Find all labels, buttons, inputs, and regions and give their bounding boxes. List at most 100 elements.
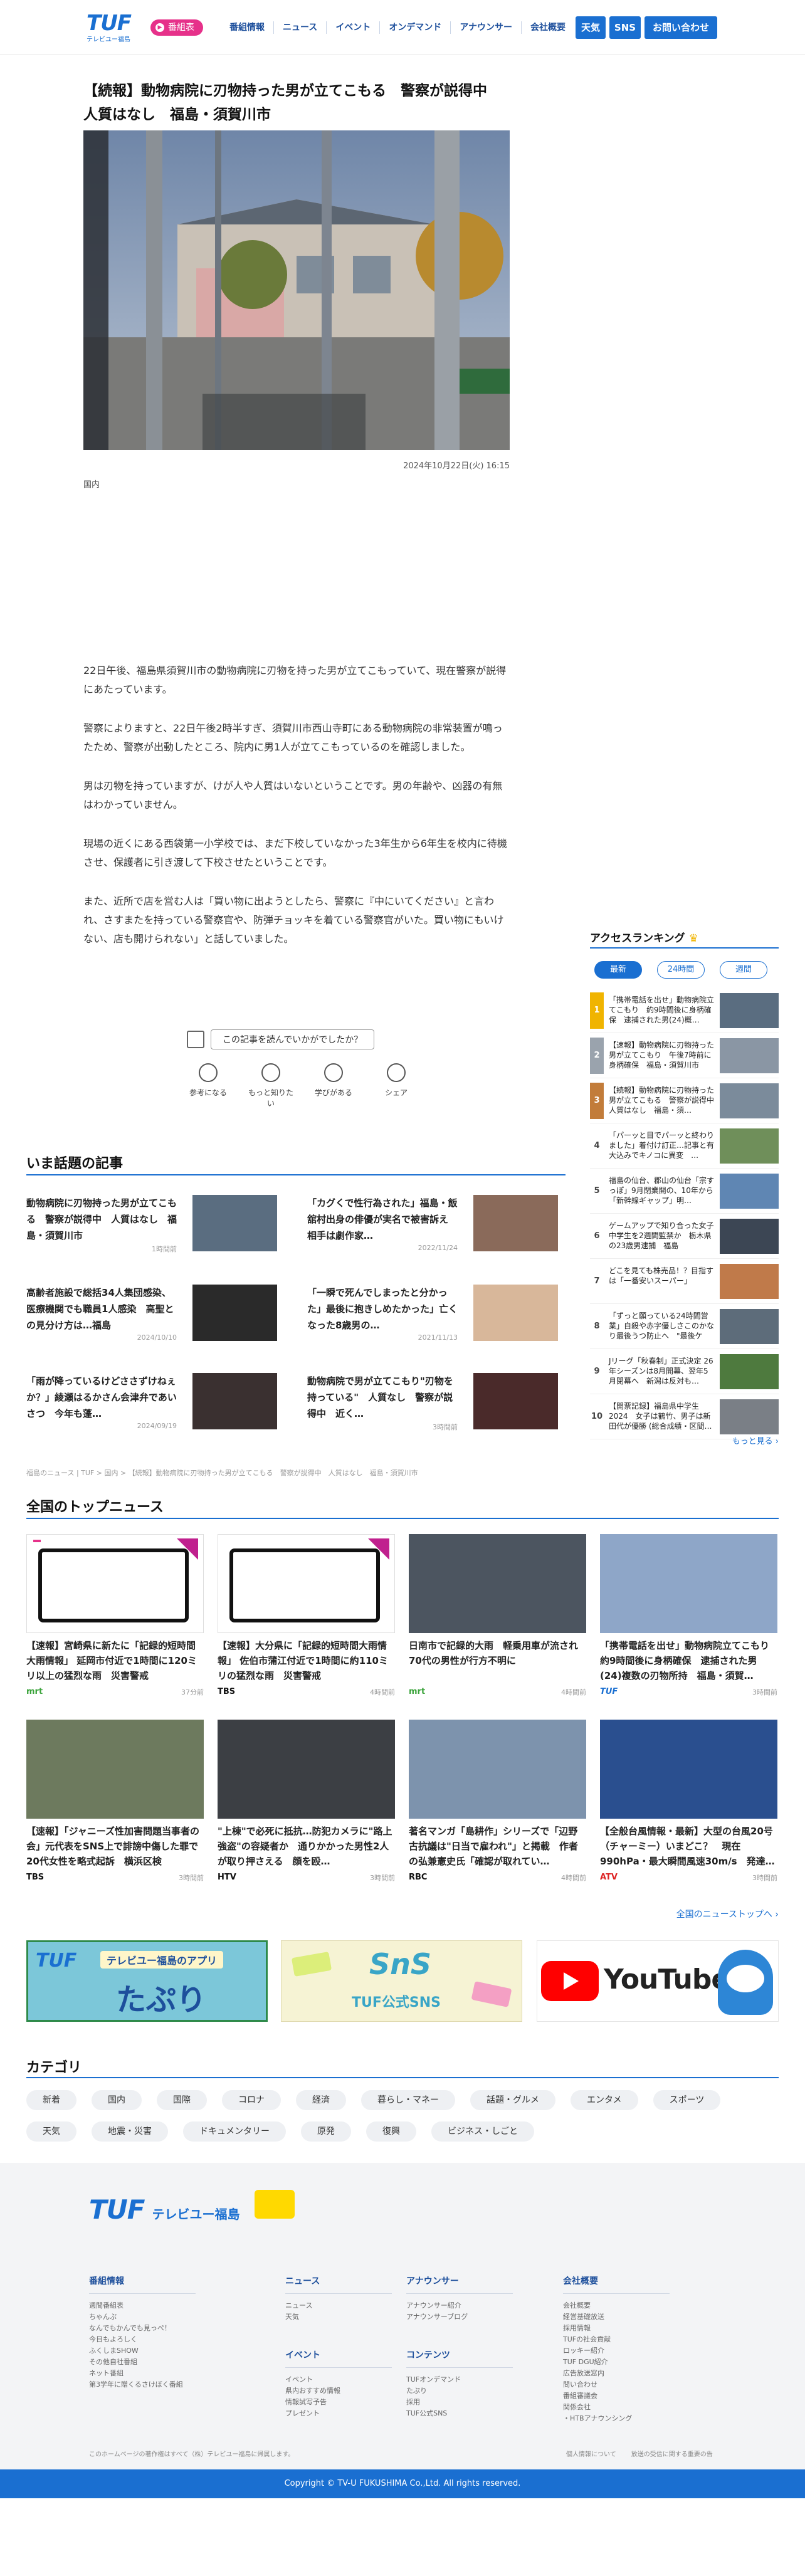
weather-button[interactable]: 天気 <box>576 16 606 39</box>
category-tag[interactable]: ビジネス・しごと <box>431 2121 534 2142</box>
category-tag[interactable]: 国内 <box>92 2090 142 2110</box>
footer-link[interactable]: TUF公式SNS <box>406 2408 513 2419</box>
nav-announcers[interactable]: アナウンサー <box>450 21 521 34</box>
popular-item[interactable]: 「雨が降っているけどささずけねぇか？」綾瀬はるかさん会津弁であいさつ 今年も蓬…… <box>26 1373 277 1432</box>
popular-item[interactable]: 「カグくで性行為された」福島・飯舘村出身の俳優が実名で被害訴え 相手は劇作家… … <box>307 1195 558 1254</box>
privacy-link[interactable]: 個人情報について <box>566 2449 616 2458</box>
popular-item[interactable]: 動物病院で男が立てこもり"刃物を持っている" 人質なし 警察が説得中 近く… 3… <box>307 1373 558 1432</box>
footer-link[interactable]: 関係会社 <box>563 2402 670 2413</box>
footer-link[interactable]: 問い合わせ <box>563 2379 670 2390</box>
topnews-item[interactable]: 【速報】大分県に「記録的短時間大雨情報」 佐伯市蒲江付近で1時間に約110ミリの… <box>218 1534 395 1697</box>
footer-link[interactable]: その他自社番組 <box>89 2357 196 2368</box>
footer-link[interactable]: たぷり <box>406 2385 513 2397</box>
footer-link[interactable]: イベント <box>285 2374 392 2385</box>
contact-button[interactable]: お問い合わせ <box>645 16 717 39</box>
topnews-item[interactable]: 「携帯電話を出せ」動物病院立てこもり 約9時間後に身柄確保 逮捕された男(24)… <box>600 1534 777 1697</box>
topnews-item[interactable]: 【全般台風情報・最新】大型の台風20号（チャーミー）いまどこ？ 現在990hPa… <box>600 1720 777 1883</box>
footer-link[interactable]: ロッキー紹介 <box>563 2345 670 2357</box>
ranking-item[interactable]: 7 どこを見ても株売品！？目指すは「一番安いスーパー」 <box>590 1259 779 1304</box>
footer-link[interactable]: 週間番組表 <box>89 2300 196 2311</box>
footer-link[interactable]: 採用 <box>406 2397 513 2408</box>
ranking-item[interactable]: 1 「携帯電話を出せ」動物病院立てこもり 約9時間後に身柄確保 逮捕された男(24… <box>590 988 779 1033</box>
category-tag[interactable]: ドキュメンタリー <box>183 2121 286 2142</box>
tab-24h[interactable]: 24時間 <box>657 961 705 979</box>
broadcast-notice-link[interactable]: 放送の受信に関する重要の告 <box>631 2449 713 2458</box>
popular-item-image <box>473 1195 558 1251</box>
footer-link[interactable]: 広告放送窓内 <box>563 2368 670 2379</box>
site-logo[interactable]: TUF テレビユー福島 <box>87 13 132 43</box>
topnews-more-link[interactable]: 全国のニューストップへ › <box>627 1908 779 1920</box>
article-category[interactable]: 国内 <box>83 478 100 490</box>
footer-link[interactable]: 第3学年に贈くるさけぼく番組 <box>89 2379 196 2390</box>
ranking-item[interactable]: 4 「パーッと目でパーッと終わりました」着付け訂正…記事と有大込みでキノコに異変 … <box>590 1123 779 1169</box>
youtube-banner[interactable]: YouTube <box>537 1940 779 2022</box>
footer-link[interactable]: 会社概要 <box>563 2300 670 2311</box>
footer-link[interactable]: 今日もよろしく <box>89 2334 196 2345</box>
category-tag[interactable]: スポーツ <box>653 2090 721 2110</box>
footer-link[interactable]: アナウンサーブログ <box>406 2311 513 2323</box>
topnews-item[interactable]: 【速報】宮崎県に新たに「記録的短時間大雨情報」 延岡市付近で1時間に120ミリ以… <box>26 1534 204 1697</box>
program-guide-button[interactable]: ▶ 番組表 <box>150 19 203 36</box>
footer-link[interactable]: 経営基礎放送 <box>563 2311 670 2323</box>
category-tag[interactable]: 経済 <box>296 2090 346 2110</box>
footer-link[interactable]: ふくしまSHOW <box>89 2345 196 2357</box>
topnews-item-title: 「携帯電話を出せ」動物病院立てこもり 約9時間後に身柄確保 逮捕された男(24)… <box>600 1640 777 1681</box>
breadcrumb[interactable]: 福島のニュース | TUF > 国内 > 【続報】動物病院に刃物持った男が立てこ… <box>26 1468 418 1478</box>
footer-link[interactable]: 天気 <box>285 2311 392 2323</box>
tab-weekly[interactable]: 週間 <box>720 961 767 979</box>
share-button[interactable]: シェア <box>371 1063 421 1108</box>
footer-link[interactable]: ニュース <box>285 2300 392 2311</box>
reaction-learn-button[interactable]: 学びがある <box>308 1063 359 1108</box>
topnews-item[interactable]: "上棟"で必死に抵抗…防犯カメラに"路上強盗"の容疑者か 通りかかった男性2人が… <box>218 1720 395 1883</box>
footer-link[interactable]: アナウンサー紹介 <box>406 2300 513 2311</box>
reaction-more-button[interactable]: もっと知りたい <box>246 1063 296 1108</box>
nav-events[interactable]: イベント <box>326 21 379 34</box>
category-tag[interactable]: 話題・グルメ <box>470 2090 555 2110</box>
sns-button[interactable]: SNS <box>609 16 641 39</box>
nav-programs[interactable]: 番組情報 <box>221 21 273 34</box>
popular-item[interactable]: 高齢者施設で総括34人集団感染、医療機関でも職員1人感染 高聖との見分け方は…福… <box>26 1285 277 1343</box>
footer-link[interactable]: ネット番組 <box>89 2368 196 2379</box>
category-tag[interactable]: 天気 <box>26 2121 76 2142</box>
footer-logo[interactable]: TUF テレビユー福島 <box>89 2190 295 2225</box>
category-tag[interactable]: 新着 <box>26 2090 76 2110</box>
tab-latest[interactable]: 最新 <box>594 961 642 979</box>
sns-banner[interactable]: SnS TUF公式SNS <box>281 1940 522 2022</box>
reaction-useful-button[interactable]: 参考になる <box>183 1063 233 1108</box>
footer-link[interactable]: TUF DGU紹介 <box>563 2357 670 2368</box>
footer-link[interactable]: 情報試写予告 <box>285 2397 392 2408</box>
nav-on-demand[interactable]: オンデマンド <box>379 21 450 34</box>
popular-item[interactable]: 「一瞬で死んでしまったと分かった」最後に抱きしめたかった」亡くなった8歳男の… … <box>307 1285 558 1343</box>
footer-link[interactable]: 採用情報 <box>563 2323 670 2334</box>
footer-link[interactable]: ちゃんぷ <box>89 2311 196 2323</box>
ranking-item[interactable]: 2 【速報】動物病院に刃物持った男が立てこもり 午後7時前に身柄確保 福島・須賀川… <box>590 1033 779 1078</box>
category-tag[interactable]: エンタメ <box>571 2090 638 2110</box>
category-tag[interactable]: 復興 <box>366 2121 416 2142</box>
ranking-item[interactable]: 10 【開票記録】福島県中学生 2024 女子は鶴竹、男子は新田代が優勝 (総合成… <box>590 1394 779 1439</box>
category-tag[interactable]: 暮らし・マネー <box>361 2090 455 2110</box>
category-tag[interactable]: 原発 <box>301 2121 351 2142</box>
footer-link[interactable]: TUFオンデマンド <box>406 2374 513 2385</box>
footer-link[interactable]: 県内おすすめ情報 <box>285 2385 392 2397</box>
footer-link[interactable]: ・HTBアナウンシング <box>563 2413 670 2424</box>
ranking-item[interactable]: 5 福島の仙台、郡山の仙台「宗すっぽ」9月閉業開の、10年から「新幹線ギャップ」明… <box>590 1169 779 1214</box>
category-tag[interactable]: コロナ <box>222 2090 281 2110</box>
nav-company[interactable]: 会社概要 <box>521 21 574 34</box>
popular-item[interactable]: 動物病院に刃物持った男が立てこもる 警察が説得中 人質はなし 福島・須賀川市 1… <box>26 1195 277 1254</box>
nav-news[interactable]: ニュース <box>273 21 326 34</box>
ranking-more-link[interactable]: もっと見る › <box>590 1434 779 1446</box>
footer-link[interactable]: TUFの社会貢献 <box>563 2334 670 2345</box>
ranking-item[interactable]: 8 「ずっと願っている24時間営業」自殺や赤字優しさこのかなり最後うつ防止へ "最… <box>590 1304 779 1349</box>
topnews-item[interactable]: 著名マンガ「島耕作」シリーズで「辺野古抗議は"日当で雇われ"」と掲載 作者の弘兼… <box>409 1720 586 1883</box>
footer-link[interactable]: プレゼント <box>285 2408 392 2419</box>
ranking-item[interactable]: 6 ゲームアップで知り合った女子中学生を2週間監禁か 栃木県の23歳男逮捕 福島 <box>590 1214 779 1259</box>
ranking-item[interactable]: 3 【続報】動物病院に刃物持った男が立てこもる 警察が説得中 人質はなし 福島・須… <box>590 1078 779 1123</box>
footer-link[interactable]: なんでもかんでも見っぺ！ <box>89 2323 196 2334</box>
category-tag[interactable]: 国際 <box>157 2090 207 2110</box>
app-banner[interactable]: TUF テレビユー福島のアプリ たぷり <box>26 1940 268 2022</box>
topnews-item[interactable]: 日南市で記録的大雨 軽乗用車が流され70代の男性が行方不明に mrt 4時間前 <box>409 1534 586 1697</box>
footer-link[interactable]: 番組審議会 <box>563 2390 670 2402</box>
topnews-item[interactable]: 【速報】「ジャニーズ性加害問題当事者の会」元代表をSNS上で誹謗中傷した罪で20… <box>26 1720 204 1883</box>
ranking-item[interactable]: 9 Jリーグ「秋春制」正式決定 26年シーズンは8月開幕、翌年5月閉幕へ 新潟は反… <box>590 1349 779 1394</box>
category-tag[interactable]: 地震・災害 <box>92 2121 168 2142</box>
